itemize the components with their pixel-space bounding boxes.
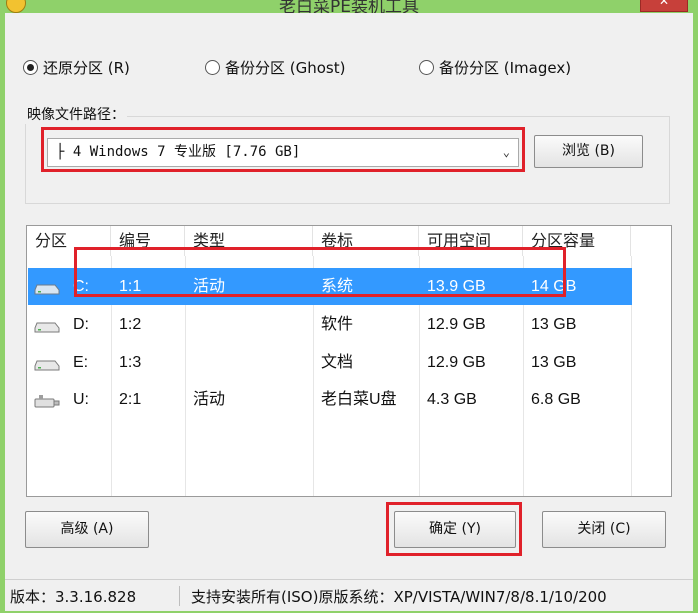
status-bar: 版本：3.3.16.828 支持安装所有(ISO)原版系统：XP/VISTA/W…	[5, 579, 693, 612]
cell-free-space: 12.9 GB	[427, 354, 486, 371]
cell-type	[185, 344, 193, 381]
cell-free-space: 13.9 GB	[427, 278, 486, 295]
radio-checked-icon	[23, 60, 38, 75]
usb-drive-icon	[34, 395, 60, 408]
column-header-label[interactable]: 卷标	[313, 226, 419, 256]
window-title: 老白菜PE装机工具	[279, 0, 419, 13]
cell-capacity: 13 GB	[531, 316, 577, 333]
main-window: 还原分区 (R) 备份分区 (Ghost) 备份分区 (Imagex) 映像文件…	[5, 13, 693, 611]
advanced-button[interactable]: 高级 (A)	[25, 511, 149, 548]
backup-ghost-radio[interactable]: 备份分区 (Ghost)	[205, 57, 345, 78]
cell-capacity: 6.8 GB	[531, 391, 581, 408]
cell-label: 软件	[321, 316, 354, 333]
support-text: 支持安装所有(ISO)原版系统：XP/VISTA/WIN7/8/8.1/10/2…	[191, 588, 607, 606]
column-header-partition[interactable]: 分区	[27, 226, 111, 256]
close-button[interactable]: 关闭 (C)	[542, 511, 666, 548]
radio-unchecked-icon	[419, 60, 434, 75]
cell-type: 活动	[193, 278, 226, 295]
image-path-value: ├ 4 Windows 7 专业版 [7.76 GB]	[56, 144, 301, 160]
table-row[interactable]: D: 1:2 软件 12.9 GB 13 GB	[28, 306, 632, 343]
column-header-type[interactable]: 类型	[185, 226, 313, 256]
hard-disk-icon	[34, 322, 60, 333]
cell-label: 老白菜U盘	[321, 391, 397, 408]
cell-capacity: 14 GB	[531, 278, 577, 295]
column-header-number[interactable]: 编号	[111, 226, 185, 256]
cell-free-space: 12.9 GB	[427, 316, 486, 333]
table-row[interactable]: E: 1:3 文档 12.9 GB 13 GB	[28, 344, 632, 381]
column-header-free-space[interactable]: 可用空间	[419, 226, 523, 256]
table-header: 分区 编号 类型 卷标 可用空间 分区容量	[27, 226, 671, 256]
cell-number: 2:1	[119, 391, 142, 408]
version-text: 版本：3.3.16.828	[10, 588, 137, 606]
backup-ghost-label: 备份分区 (Ghost)	[225, 59, 346, 77]
cell-free-space: 4.3 GB	[427, 391, 477, 408]
mode-options: 还原分区 (R) 备份分区 (Ghost) 备份分区 (Imagex)	[23, 57, 663, 79]
cell-number: 1:1	[119, 278, 142, 295]
radio-unchecked-icon	[205, 60, 220, 75]
cell-drive: E:	[73, 354, 89, 371]
backup-imagex-radio[interactable]: 备份分区 (Imagex)	[419, 57, 571, 78]
cell-type	[185, 306, 193, 343]
column-header-capacity[interactable]: 分区容量	[523, 226, 631, 256]
cell-drive: U:	[73, 391, 89, 408]
cell-label: 文档	[321, 354, 354, 371]
title-bar: 老白菜PE装机工具 ✕	[0, 0, 698, 13]
hard-disk-icon	[34, 284, 60, 295]
table-row[interactable]: U: 2:1 活动 老白菜U盘 4.3 GB 6.8 GB	[28, 381, 632, 418]
restore-partition-label: 还原分区 (R)	[43, 59, 130, 77]
cell-drive: C:	[73, 278, 89, 295]
cell-number: 1:3	[119, 354, 142, 371]
cell-type: 活动	[193, 391, 226, 408]
hard-disk-icon	[34, 360, 60, 371]
ok-button[interactable]: 确定 (Y)	[394, 511, 516, 548]
cell-number: 1:2	[119, 316, 142, 333]
cell-label: 系统	[321, 278, 354, 295]
image-path-select[interactable]: ├ 4 Windows 7 专业版 [7.76 GB] ⌄	[47, 138, 519, 167]
window-close-button[interactable]: ✕	[640, 0, 688, 12]
image-path-label: 映像文件路径：	[25, 104, 127, 124]
backup-imagex-label: 备份分区 (Imagex)	[439, 59, 572, 77]
restore-partition-radio[interactable]: 还原分区 (R)	[23, 57, 130, 78]
chevron-down-icon[interactable]: ⌄	[503, 139, 510, 166]
browse-button[interactable]: 浏览 (B)	[534, 135, 643, 168]
cell-capacity: 13 GB	[531, 354, 577, 371]
table-row[interactable]: C: 1:1 活动 系统 13.9 GB 14 GB	[28, 268, 632, 305]
cell-drive: D:	[73, 316, 89, 333]
partition-table: 分区 编号 类型 卷标 可用空间 分区容量 C: 1:1 活动 系统 13.9 …	[26, 225, 672, 497]
